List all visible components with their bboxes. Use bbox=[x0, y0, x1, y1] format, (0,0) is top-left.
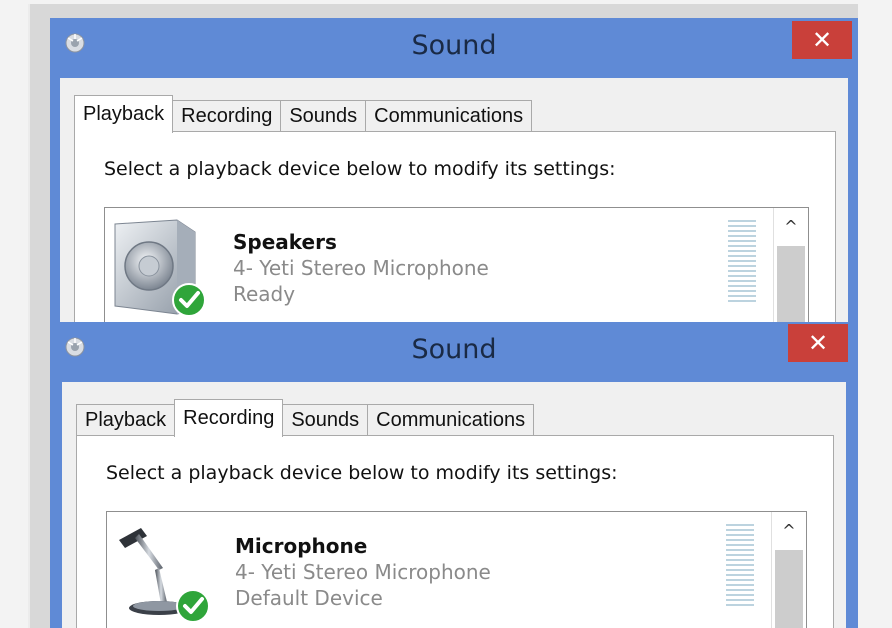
scroll-thumb[interactable] bbox=[775, 550, 803, 628]
dialog-client: Playback Recording Sounds Communications… bbox=[60, 78, 848, 322]
close-button[interactable]: ✕ bbox=[788, 324, 848, 362]
scroll-up-button[interactable]: ^ bbox=[774, 208, 808, 244]
tab-communications[interactable]: Communications bbox=[367, 404, 535, 436]
tab-playback[interactable]: Playback bbox=[76, 404, 176, 436]
speaker-icon bbox=[114, 219, 206, 317]
tab-playback[interactable]: Playback bbox=[74, 95, 174, 133]
device-description: 4- Yeti Stereo Microphone bbox=[235, 560, 491, 584]
window-title: Sound bbox=[411, 334, 497, 365]
chevron-up-icon: ^ bbox=[782, 520, 796, 540]
tab-panel: Select a playback device below to modify… bbox=[74, 131, 836, 322]
titlebar[interactable]: Sound ✕ bbox=[50, 18, 858, 78]
sound-dialog-playback: Sound ✕ Playback Recording Sounds Commun… bbox=[50, 18, 858, 322]
sound-dialog-recording: Sound ✕ Playback Recording Sounds Commun… bbox=[50, 322, 858, 628]
chevron-up-icon: ^ bbox=[784, 216, 798, 236]
tab-sounds[interactable]: Sounds bbox=[280, 100, 367, 132]
instruction-text: Select a playback device below to modify… bbox=[106, 462, 618, 484]
titlebar[interactable]: Sound ✕ bbox=[50, 322, 858, 382]
close-button[interactable]: ✕ bbox=[792, 21, 852, 59]
level-meter bbox=[728, 220, 756, 304]
backdrop-right bbox=[858, 0, 892, 628]
tab-panel: Select a playback device below to modify… bbox=[76, 435, 834, 628]
tab-sounds[interactable]: Sounds bbox=[282, 404, 369, 436]
level-meter bbox=[726, 524, 754, 608]
device-name: Microphone bbox=[235, 534, 368, 558]
tab-strip: Playback Recording Sounds Communications bbox=[74, 95, 533, 133]
device-status: Default Device bbox=[235, 586, 383, 610]
window-title: Sound bbox=[411, 30, 497, 61]
microphone-icon bbox=[119, 528, 210, 622]
instruction-text: Select a playback device below to modify… bbox=[104, 158, 616, 180]
device-name: Speakers bbox=[233, 230, 337, 254]
dialog-client: Playback Recording Sounds Communications… bbox=[62, 382, 846, 628]
device-item-speakers[interactable]: Speakers 4- Yeti Stereo Microphone Ready bbox=[105, 208, 772, 318]
device-list: Speakers 4- Yeti Stereo Microphone Ready… bbox=[104, 207, 809, 322]
tab-communications[interactable]: Communications bbox=[365, 100, 533, 132]
scroll-up-button[interactable]: ^ bbox=[772, 512, 806, 548]
device-list: Microphone 4- Yeti Stereo Microphone Def… bbox=[106, 511, 807, 628]
tab-recording[interactable]: Recording bbox=[172, 100, 282, 132]
scrollbar[interactable]: ^ bbox=[771, 512, 806, 628]
scrollbar[interactable]: ^ bbox=[773, 208, 808, 322]
device-status: Ready bbox=[233, 282, 296, 306]
device-description: 4- Yeti Stereo Microphone bbox=[233, 256, 489, 280]
close-icon: ✕ bbox=[807, 329, 829, 357]
tab-recording[interactable]: Recording bbox=[174, 399, 284, 437]
backdrop-left bbox=[0, 0, 28, 628]
tab-strip: Playback Recording Sounds Communications bbox=[76, 399, 535, 437]
scroll-thumb[interactable] bbox=[777, 246, 805, 322]
device-item-microphone[interactable]: Microphone 4- Yeti Stereo Microphone Def… bbox=[107, 512, 770, 622]
close-icon: ✕ bbox=[811, 26, 833, 54]
